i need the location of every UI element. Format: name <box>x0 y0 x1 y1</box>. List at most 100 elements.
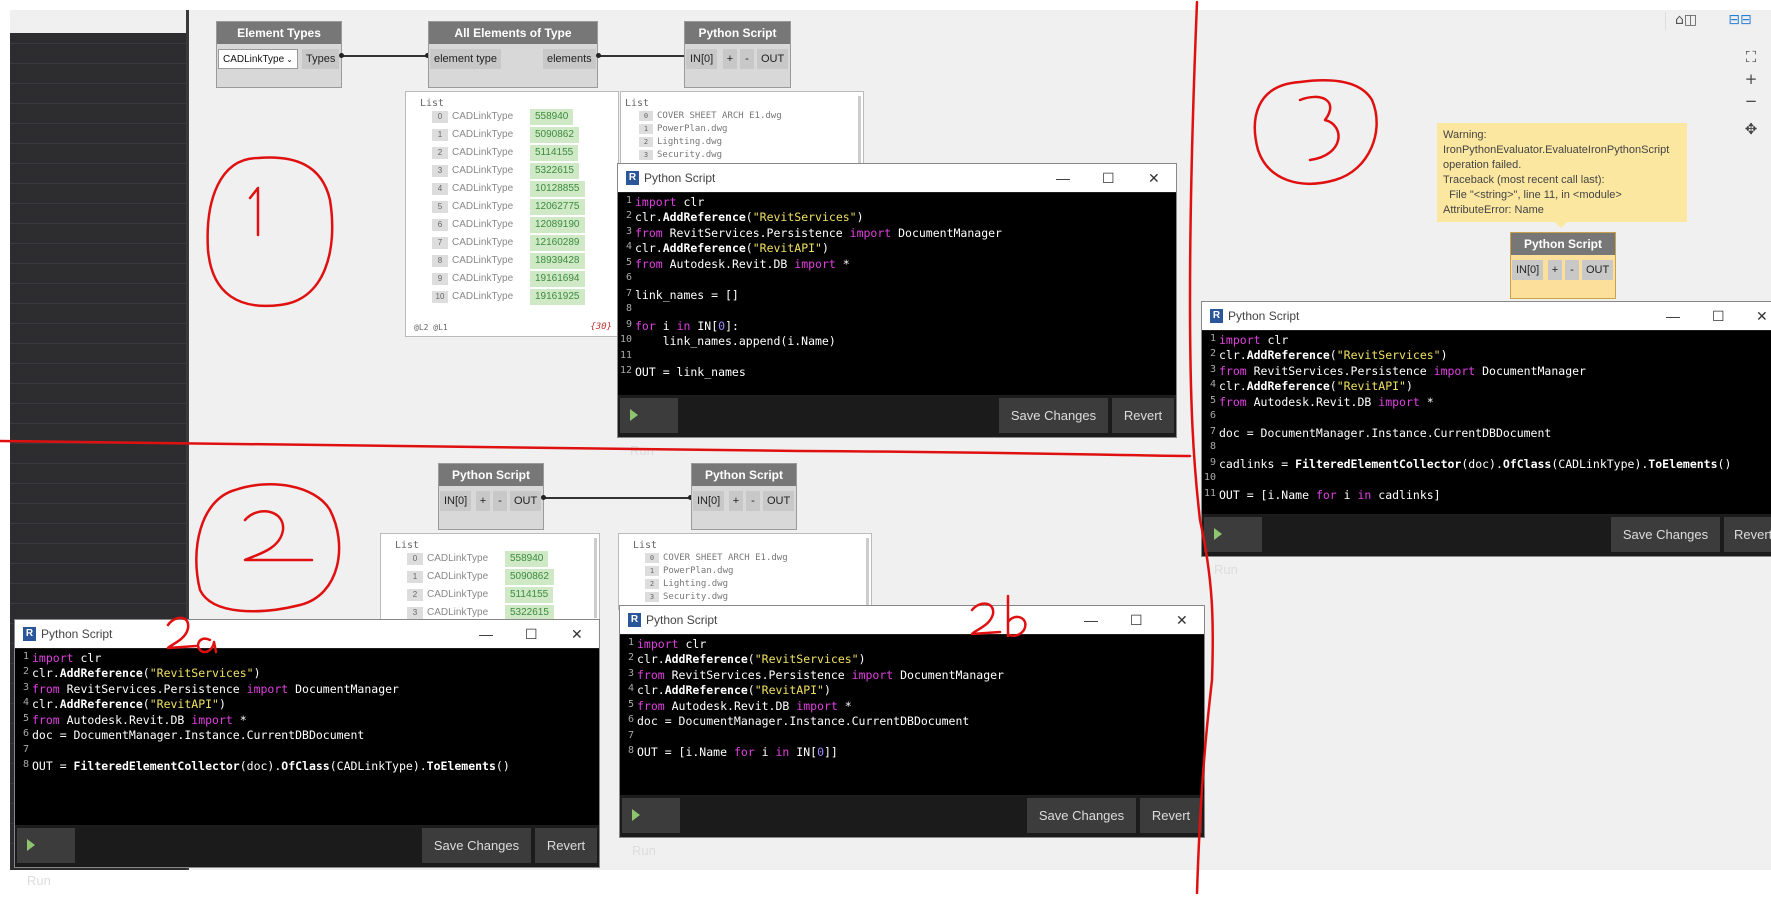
library-row[interactable] <box>10 543 188 544</box>
save-changes-button[interactable]: Save Changes <box>422 828 531 863</box>
python-script-node[interactable]: Python Script IN[0] + - OUT <box>684 21 791 88</box>
library-row[interactable] <box>10 283 188 284</box>
maximize-button[interactable]: ☐ <box>1102 164 1115 192</box>
in0-port[interactable]: IN[0] <box>1512 260 1544 280</box>
add-input-button[interactable]: + <box>1548 260 1562 280</box>
library-row[interactable] <box>10 163 188 164</box>
python-script-node-warning[interactable]: Python Script IN[0] + - OUT <box>1510 232 1616 299</box>
pan-icon[interactable]: ✥ <box>1740 118 1762 140</box>
minimize-button[interactable]: — <box>1056 164 1070 192</box>
preview-scrollbar[interactable] <box>866 538 869 608</box>
library-row[interactable] <box>10 263 188 264</box>
all-elements-of-type-node[interactable]: All Elements of Type element type elemen… <box>428 21 598 88</box>
remove-input-button[interactable]: - <box>1565 260 1579 280</box>
library-row[interactable] <box>10 463 188 464</box>
library-row[interactable] <box>10 483 188 484</box>
library-row[interactable] <box>10 63 188 64</box>
revert-button[interactable]: Revert <box>1112 398 1174 433</box>
editor-titlebar[interactable]: R Python Script — ☐ ✕ <box>620 606 1204 634</box>
watch-preview-list[interactable]: List 0 COVER SHEET ARCH E1.dwg 1 PowerPlan… <box>620 91 864 168</box>
zoom-in-icon[interactable]: + <box>1740 68 1762 90</box>
library-row[interactable] <box>10 403 188 404</box>
revert-button[interactable]: Revert <box>535 828 597 863</box>
library-row[interactable] <box>10 43 188 44</box>
code-editor[interactable]: 1 import clr 2 clr.AddReference("RevitServ… <box>620 635 1204 795</box>
element-type-input-port[interactable]: element type <box>430 49 501 69</box>
watch-preview-list[interactable]: List 0 COVER SHEET ARCH E1.dwg 1 PowerPlan… <box>618 533 872 610</box>
out-port[interactable]: OUT <box>1582 260 1614 280</box>
graph-view-icon[interactable]: ⊟⊟ <box>1718 12 1762 30</box>
library-row[interactable] <box>10 603 188 604</box>
python-script-editor-window[interactable]: R Python Script — ☐ ✕ 1 import clr 2 clr.A… <box>14 619 600 888</box>
element-types-node[interactable]: Element Types CADLinkType ⌄ Types <box>216 21 342 88</box>
library-row[interactable] <box>10 343 188 344</box>
add-input-button[interactable]: + <box>729 491 743 511</box>
preview-scrollbar[interactable] <box>594 538 597 618</box>
library-row[interactable] <box>10 203 188 204</box>
library-row[interactable] <box>10 123 188 124</box>
library-row[interactable] <box>10 523 188 524</box>
zoom-out-icon[interactable]: − <box>1740 90 1762 112</box>
element-type-dropdown[interactable]: CADLinkType ⌄ <box>218 49 298 69</box>
in0-port[interactable]: IN[0] <box>693 491 725 511</box>
in0-port[interactable]: IN[0] <box>686 49 718 69</box>
geometry-view-icon[interactable]: ⌂◫ <box>1665 12 1706 30</box>
preview-scrollbar[interactable] <box>858 96 861 166</box>
library-row[interactable] <box>10 503 188 504</box>
library-row[interactable] <box>10 363 188 364</box>
python-script-editor-window[interactable]: R Python Script — ☐ ✕ 1 import clr 2 clr.A… <box>619 605 1205 858</box>
python-script-node-2a[interactable]: Python Script IN[0] + - OUT <box>438 463 544 530</box>
library-row[interactable] <box>10 143 188 144</box>
save-changes-button[interactable]: Save Changes <box>999 398 1108 433</box>
remove-input-button[interactable]: - <box>746 491 760 511</box>
minimize-button[interactable]: — <box>479 620 493 648</box>
save-changes-button[interactable]: Save Changes <box>1027 798 1136 833</box>
save-changes-button[interactable]: Save Changes <box>1611 517 1720 552</box>
code-editor[interactable]: 1 import clr 2 clr.AddReference("RevitServ… <box>15 649 599 825</box>
library-row[interactable] <box>10 83 188 84</box>
out-port[interactable]: OUT <box>510 491 542 511</box>
watch-preview-list[interactable]: List 0 CADLinkType 558940 1 CADLinkType 5090… <box>405 91 619 337</box>
library-row[interactable] <box>10 103 188 104</box>
python-script-node-2b[interactable]: Python Script IN[0] + - OUT <box>691 463 797 530</box>
maximize-button[interactable]: ☐ <box>525 620 538 648</box>
maximize-button[interactable]: ☐ <box>1712 302 1725 330</box>
revert-button[interactable]: Revert <box>1140 798 1202 833</box>
run-button[interactable]: Run <box>17 828 75 888</box>
zoom-fit-icon[interactable]: ⛶ <box>1740 46 1762 68</box>
connector-wire[interactable] <box>342 55 427 57</box>
library-row[interactable] <box>10 563 188 564</box>
library-row[interactable] <box>10 443 188 444</box>
python-script-editor-window[interactable]: R Python Script — ☐ ✕ 1 import clr 2 clr.A… <box>617 163 1177 458</box>
library-row[interactable] <box>10 323 188 324</box>
close-button[interactable]: ✕ <box>1756 302 1768 330</box>
remove-input-button[interactable]: - <box>493 491 507 511</box>
add-input-button[interactable]: + <box>723 49 737 69</box>
watch-preview-list[interactable]: List 0 CADLinkType 558940 1 CADLinkType 5090… <box>380 533 600 625</box>
library-row[interactable] <box>10 383 188 384</box>
library-row[interactable] <box>10 183 188 184</box>
library-row[interactable] <box>10 583 188 584</box>
code-editor[interactable]: 1 import clr 2 clr.AddReference("RevitServ… <box>1202 331 1771 514</box>
library-row[interactable] <box>10 303 188 304</box>
connector-wire[interactable] <box>598 55 684 57</box>
run-button[interactable]: Run <box>1204 517 1262 577</box>
connector-wire[interactable] <box>544 497 691 499</box>
code-editor[interactable]: 1 import clr 2 clr.AddReference("RevitServ… <box>618 193 1176 395</box>
elements-output-port[interactable]: elements <box>543 49 596 69</box>
library-row[interactable] <box>10 423 188 424</box>
run-button[interactable]: Run <box>620 398 678 458</box>
in0-port[interactable]: IN[0] <box>440 491 472 511</box>
editor-titlebar[interactable]: R Python Script — ☐ ✕ <box>618 164 1176 192</box>
editor-titlebar[interactable]: R Python Script — ☐ ✕ <box>1202 302 1771 330</box>
maximize-button[interactable]: ☐ <box>1130 606 1143 634</box>
library-row[interactable] <box>10 243 188 244</box>
close-button[interactable]: ✕ <box>571 620 583 648</box>
close-button[interactable]: ✕ <box>1176 606 1188 634</box>
types-output-port[interactable]: Types <box>302 49 340 69</box>
minimize-button[interactable]: — <box>1084 606 1098 634</box>
run-button[interactable]: Run <box>622 798 680 858</box>
library-row[interactable] <box>10 223 188 224</box>
minimize-button[interactable]: — <box>1666 302 1680 330</box>
python-script-editor-window[interactable]: R Python Script — ☐ ✕ 1 import clr 2 clr.A… <box>1201 301 1771 577</box>
